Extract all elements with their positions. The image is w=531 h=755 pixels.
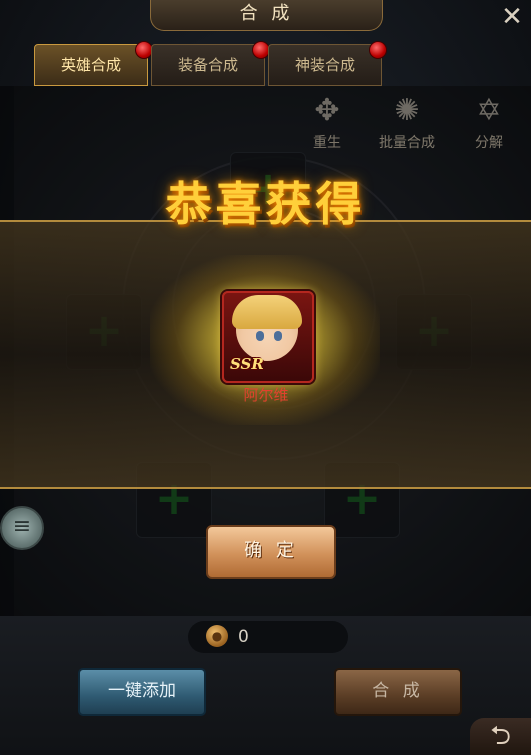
confirm-button[interactable]: 确 定 <box>206 525 336 579</box>
tab-divine-equipment-synthesis[interactable]: 神装合成 <box>268 41 387 86</box>
menu-handle-icon[interactable]: ≡ <box>0 506 44 550</box>
synthesize-button[interactable]: 合 成 <box>334 668 462 716</box>
auto-add-button[interactable]: 一键添加 <box>78 668 206 716</box>
rarity-badge: SSR <box>230 355 264 373</box>
hero-eye <box>256 331 264 341</box>
tab-label: 英雄合成 <box>60 56 121 74</box>
close-icon[interactable]: ✕ <box>497 2 527 32</box>
tab-equipment-synthesis[interactable]: 装备合成 <box>151 41 270 86</box>
tab-hero-synthesis[interactable]: 英雄合成 <box>34 41 153 86</box>
hero-eye <box>274 331 282 341</box>
tab-label: 装备合成 <box>177 56 238 74</box>
notification-badge <box>369 41 387 59</box>
tab-label: 神装合成 <box>294 56 355 74</box>
back-icon[interactable]: ⮌ <box>470 718 531 755</box>
window-title: 合 成 <box>150 0 383 31</box>
hero-card[interactable]: SSR <box>222 291 314 383</box>
hero-hair <box>232 295 302 329</box>
coin-value: 0 <box>238 627 249 647</box>
hero-name: 阿尔维 <box>243 386 289 404</box>
coin-icon: ● <box>206 625 228 647</box>
reward-headline: 恭喜获得 <box>165 177 366 231</box>
